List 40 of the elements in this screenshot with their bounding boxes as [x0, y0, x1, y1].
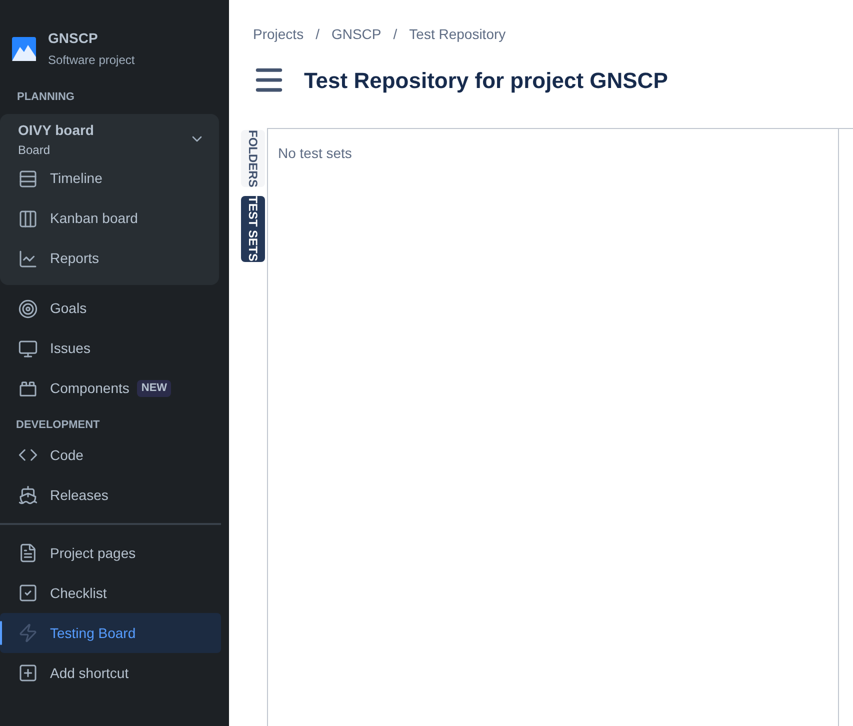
board-selector[interactable]: OIVY board Board — [0, 114, 219, 158]
chart-icon — [18, 248, 38, 268]
side-tab[interactable]: FOLDERS — [241, 130, 265, 188]
project-name: GNSCP — [48, 29, 99, 48]
checkbox-icon — [18, 583, 38, 603]
sidebar-item[interactable]: Components NEW — [0, 368, 221, 408]
section-heading: PLANNING — [16, 90, 76, 105]
sidebar-item[interactable]: Reports — [0, 238, 211, 278]
empty-message: No test sets — [278, 145, 352, 161]
sidebar-item[interactable]: Goals — [0, 288, 221, 328]
page-title: Test Repository for project GNSCP — [304, 66, 668, 95]
sidebar-item[interactable]: Code — [0, 435, 221, 475]
breadcrumb-link[interactable]: GNSCP — [331, 24, 382, 44]
target-icon — [18, 298, 38, 318]
breadcrumb-link[interactable]: Projects — [253, 24, 304, 44]
sidebar-item[interactable]: Project pages — [0, 533, 221, 573]
sidebar-item[interactable]: Testing Board — [0, 613, 221, 653]
page-icon — [18, 543, 38, 563]
add-icon — [18, 663, 38, 683]
section-heading: DEVELOPMENT — [15, 418, 101, 432]
sidebar-item[interactable]: Issues — [0, 328, 221, 368]
breadcrumb-link[interactable]: Test Repository — [409, 24, 506, 44]
project-type: Software project — [48, 52, 135, 69]
boat-icon — [18, 485, 38, 505]
sidebar-item[interactable]: Kanban board — [0, 198, 211, 238]
new-badge: NEW — [137, 380, 172, 397]
project-logo-icon — [12, 36, 36, 60]
breadcrumb-separator: / — [316, 24, 320, 44]
breadcrumb-separator: / — [393, 24, 398, 44]
side-tab[interactable]: TEST SETS — [241, 196, 265, 262]
sidebar-item[interactable]: Timeline — [0, 158, 211, 198]
timeline-icon — [18, 168, 38, 188]
monitor-icon — [18, 338, 38, 358]
sidebar-item[interactable]: Releases — [0, 475, 221, 515]
brick-icon — [18, 378, 38, 398]
selection-marker — [0, 621, 2, 645]
sidebar-item[interactable]: Checklist — [0, 573, 221, 613]
columns-icon — [18, 208, 38, 228]
sidebar-item[interactable]: Add shortcut — [0, 653, 221, 693]
lightning-icon — [18, 623, 38, 643]
